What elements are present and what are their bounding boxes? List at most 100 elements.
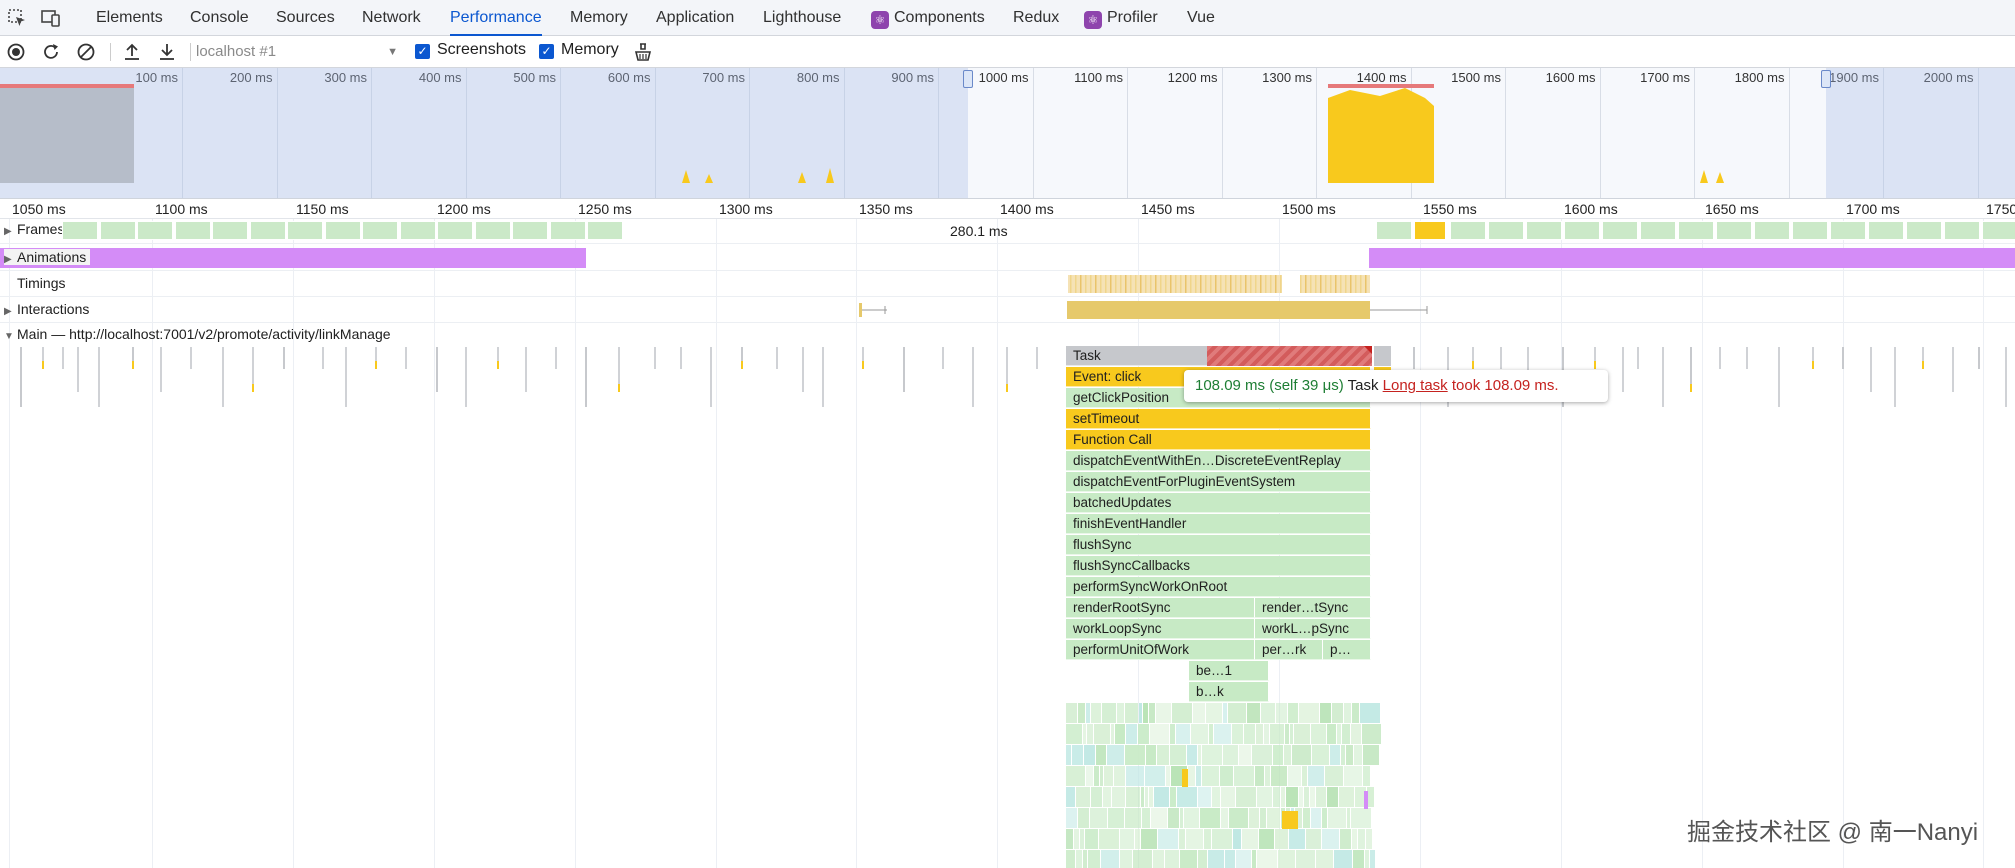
inspect-element-icon[interactable] [6,7,28,29]
main-task-tick[interactable] [1894,347,1896,407]
frame[interactable] [1488,221,1524,240]
tab-components[interactable]: ⚛ Components [871,0,985,36]
memory-checkbox[interactable]: ✓ [539,44,554,59]
frame[interactable] [437,221,473,240]
frame[interactable] [474,221,511,240]
main-task-tick[interactable] [1036,347,1038,369]
record-icon[interactable] [4,40,28,64]
main-task-tick[interactable] [1413,347,1415,369]
flame-finish-event-handler[interactable]: finishEventHandler [1066,514,1371,534]
tab-vue[interactable]: Vue [1187,0,1215,36]
main-task-tick[interactable] [1637,347,1639,369]
flame-perform-unit-3[interactable]: p… [1323,640,1371,660]
frame[interactable] [249,221,286,240]
flame-small-task[interactable] [1374,346,1391,366]
garbage-collect-icon[interactable] [631,40,655,64]
main-task-tick[interactable] [465,347,467,407]
download-icon[interactable] [155,40,179,64]
tab-application[interactable]: Application [656,0,734,36]
frame[interactable] [1868,221,1904,240]
main-task-tick[interactable] [405,347,407,369]
tab-lighthouse[interactable]: Lighthouse [763,0,841,36]
frame[interactable] [1830,221,1866,240]
main-task-tick[interactable] [776,347,778,369]
main-task-tick[interactable] [903,347,905,392]
flame-perform-unit[interactable]: performUnitOfWork [1066,640,1255,660]
frame[interactable] [1754,221,1790,240]
animations-track-label[interactable]: ▶ Animations [4,249,91,265]
tab-console[interactable]: Console [190,0,249,36]
main-task-tick[interactable] [190,347,192,369]
tab-memory[interactable]: Memory [570,0,628,36]
main-task-tick[interactable] [822,347,824,407]
main-task-tick[interactable] [345,347,347,407]
main-task-tick[interactable] [654,347,656,369]
frame[interactable] [99,221,136,240]
main-task-tick[interactable] [525,347,527,392]
main-task-tick[interactable] [1662,347,1664,407]
main-task-tick[interactable] [1952,347,1954,392]
main-task-tick[interactable] [972,347,974,407]
frame[interactable] [1982,221,2015,240]
flame-batched-updates[interactable]: batchedUpdates [1066,493,1371,513]
timings-track[interactable]: Timings [0,271,2015,297]
frame[interactable] [549,221,586,240]
main-track-label[interactable]: ▼ Main — http://localhost:7001/v2/promote… [4,326,391,342]
frame[interactable] [1564,221,1600,240]
frames-track[interactable]: ▶ Frames 280.1 ms [0,219,2015,244]
main-task-tick[interactable] [77,347,79,392]
animation-bar[interactable] [1369,248,2015,268]
tab-network[interactable]: Network [362,0,421,36]
main-task-tick[interactable] [585,347,587,407]
frame[interactable] [1678,221,1714,240]
tab-profiler[interactable]: ⚛ Profiler [1084,0,1158,36]
main-task-tick[interactable] [710,347,712,407]
interactions-track[interactable]: ▶ Interactions [0,297,2015,323]
flame-flush-sync[interactable]: flushSync [1066,535,1371,555]
animations-track[interactable]: ▶ Animations [0,245,2015,271]
frame[interactable] [174,221,211,240]
tab-redux[interactable]: Redux [1013,0,1059,36]
main-task-tick[interactable] [1719,347,1721,369]
tab-sources[interactable]: Sources [276,0,335,36]
frame[interactable] [362,221,398,240]
frame-partial[interactable] [1414,221,1446,240]
main-task-tick[interactable] [2005,347,2007,407]
main-task-tick[interactable] [283,347,285,369]
main-task-tick[interactable] [802,347,804,392]
main-track-header[interactable]: ▼ Main — http://localhost:7001/v2/promote… [0,323,2015,345]
frame[interactable] [212,221,248,240]
frame[interactable] [287,221,323,240]
flame-render-root-sync-2[interactable]: render…tSync [1255,598,1371,618]
overview-right-handle[interactable] [1821,70,1831,88]
tooltip-long-task-link[interactable]: Long task [1383,377,1448,394]
main-task-tick[interactable] [942,347,944,369]
overview-left-handle[interactable] [963,70,973,88]
interactions-track-label[interactable]: ▶ Interactions [4,301,89,317]
main-task-tick[interactable] [436,347,438,392]
frame[interactable] [62,221,98,240]
main-task-tick[interactable] [1500,347,1502,369]
target-select[interactable]: localhost #1 ▼ [196,40,398,64]
tab-elements[interactable]: Elements [96,0,163,36]
flame-perform-sync-work[interactable]: performSyncWorkOnRoot [1066,577,1371,597]
long-task-overtime[interactable] [1207,346,1372,366]
flame-perform-unit-2[interactable]: per…rk [1255,640,1323,660]
clear-icon[interactable] [74,40,98,64]
device-toolbar-icon[interactable] [40,7,62,29]
main-task-tick[interactable] [222,347,224,407]
screenshots-checkbox[interactable]: ✓ [415,44,430,59]
flame-work-loop-sync[interactable]: workLoopSync [1066,619,1255,639]
frame[interactable] [587,221,623,240]
main-task-tick[interactable] [1778,347,1780,407]
main-task-tick[interactable] [322,347,324,369]
flame-function-call[interactable]: Function Call [1066,430,1371,450]
frame[interactable] [1944,221,1980,240]
flame-set-timeout[interactable]: setTimeout [1066,409,1371,429]
main-task-tick[interactable] [98,347,100,407]
main-task-tick[interactable] [1870,347,1872,392]
flame-work-loop-sync-2[interactable]: workL…pSync [1255,619,1371,639]
frame[interactable] [1640,221,1676,240]
frame[interactable] [399,221,436,240]
frame[interactable] [1376,221,1412,240]
